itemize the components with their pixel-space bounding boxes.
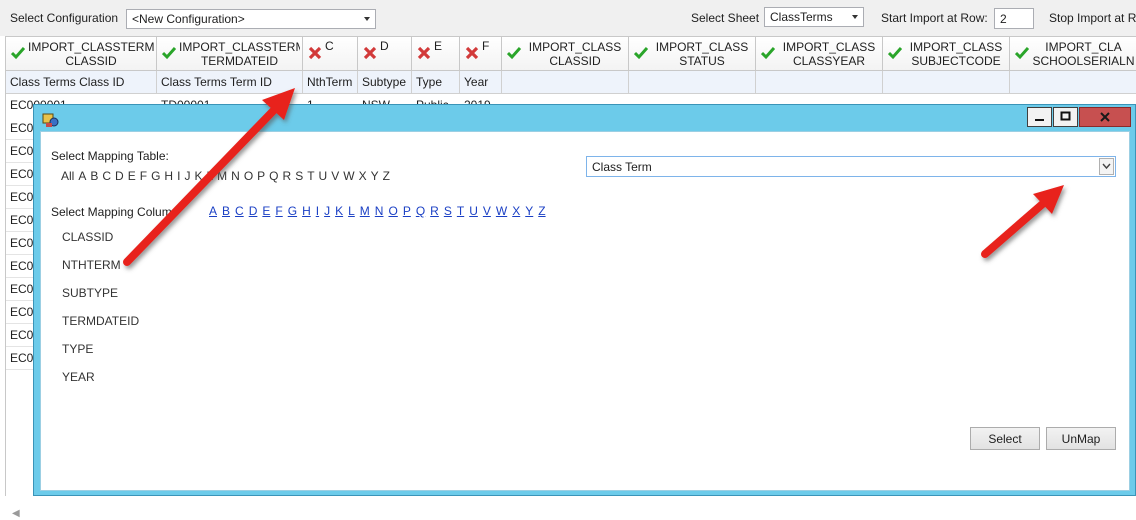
arrow-to-header-icon [123,88,295,266]
arrow-to-dropdown-icon [981,185,1064,258]
scroll-left-arrow-icon[interactable]: ◀ [12,508,24,520]
annotation-arrows [123,88,1064,266]
